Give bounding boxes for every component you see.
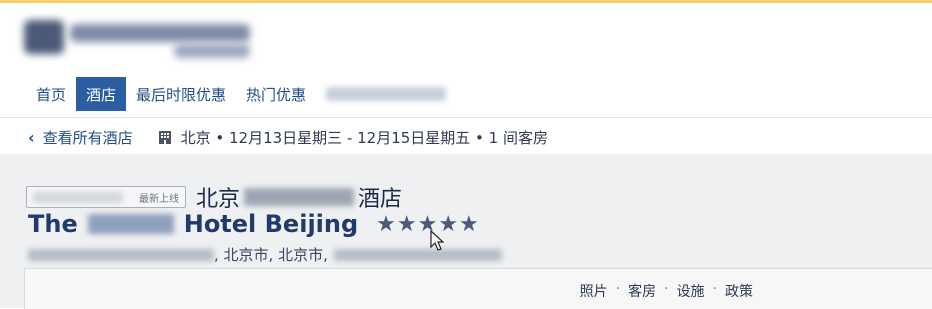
hotel-name-en-suffix: Hotel Beijing <box>183 210 359 238</box>
redacted-block <box>87 214 174 234</box>
tab-separator: · <box>712 281 717 297</box>
redacted-block <box>333 248 502 261</box>
tab-policies[interactable]: 政策 <box>725 281 753 301</box>
nav-redacted-item[interactable] <box>316 77 456 111</box>
redacted-block <box>28 248 214 261</box>
tab-separator: · <box>664 281 669 297</box>
hotel-name-cn-prefix: 北京 <box>196 187 241 212</box>
mouse-cursor-icon <box>430 230 444 251</box>
hotel-section-tabs: 照片 · 客房 · 设施 · 政策 <box>24 268 932 309</box>
redacted-block <box>326 87 447 101</box>
hotel-address-text: , 北京市, 北京市, <box>214 246 328 264</box>
back-to-all-hotels-link[interactable]: ‹ 查看所有酒店 <box>28 127 133 148</box>
hotel-name-en-prefix: The <box>28 210 78 238</box>
hotel-name-cn-suffix: 酒店 <box>358 187 403 212</box>
nav-last-minute-label: 最后时限优惠 <box>136 85 227 104</box>
building-icon <box>158 131 171 144</box>
redacted-block <box>244 188 355 206</box>
new-listing-badge: 最新上线 <box>26 186 186 208</box>
top-accent-line <box>0 0 932 3</box>
new-listing-label: 最新上线 <box>139 193 179 205</box>
header-divider <box>0 117 932 118</box>
nav-home-label: 首页 <box>36 85 67 104</box>
breadcrumb: ‹ 查看所有酒店 北京 • 12月13日星期三 - 12月15日星期五 • 1 … <box>28 124 548 150</box>
redacted-block <box>33 192 123 203</box>
hotel-name-chinese: 北京 酒店 <box>196 181 402 213</box>
nav-hot-deals-label: 热门优惠 <box>246 85 307 104</box>
section-tabs: 照片 · 客房 · 设施 · 政策 <box>580 281 753 301</box>
nav-last-minute[interactable]: 最后时限优惠 <box>126 77 236 111</box>
back-link-label: 查看所有酒店 <box>42 128 133 147</box>
site-logo[interactable] <box>24 14 254 64</box>
hotel-name-english: The Hotel Beijing ★★★★★ <box>28 210 480 238</box>
trip-summary: 北京 • 12月13日星期三 - 12月15日星期五 • 1 间客房 <box>180 128 548 147</box>
star-rating: ★★★★★ <box>376 211 480 237</box>
nav-hotels-label: 酒店 <box>86 85 117 104</box>
tab-rooms[interactable]: 客房 <box>628 281 656 301</box>
nav-hotels[interactable]: 酒店 <box>76 77 127 111</box>
chevron-left-icon: ‹ <box>28 127 35 147</box>
nav-hot-deals[interactable]: 热门优惠 <box>236 77 316 111</box>
tab-facilities[interactable]: 设施 <box>677 281 705 301</box>
main-nav: 首页 酒店 最后时限优惠 热门优惠 <box>26 77 456 111</box>
nav-home[interactable]: 首页 <box>26 77 76 111</box>
tab-photos[interactable]: 照片 <box>580 281 608 301</box>
tab-separator: · <box>615 281 621 297</box>
